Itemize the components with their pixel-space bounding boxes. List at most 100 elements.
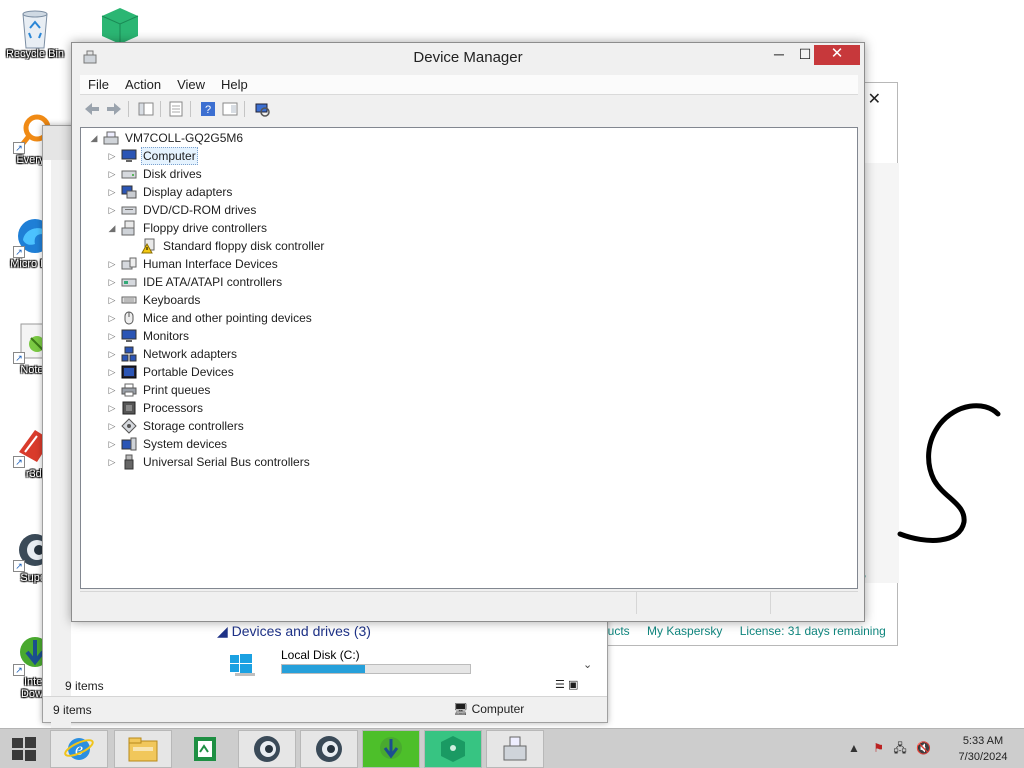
show-hide-action-pane-icon[interactable] (220, 99, 240, 119)
devices-and-drives-header[interactable]: ◢ Devices and drives (3) (217, 623, 371, 640)
expanded-arrow-icon[interactable]: ◢ (107, 223, 117, 234)
expanded-arrow-icon[interactable]: ◢ (89, 133, 99, 144)
desktop-icon-recycle-bin[interactable]: Recycle Bin (0, 6, 70, 60)
collapsed-arrow-icon[interactable]: ▷ (107, 385, 117, 396)
tree-category[interactable]: ▷ Display adapters (107, 183, 234, 201)
tree-category[interactable]: ▷ System devices (107, 435, 229, 453)
storage-controller-icon (121, 418, 137, 434)
tree-category[interactable]: ▷ IDE ATA/ATAPI controllers (107, 273, 284, 291)
taskbar-super-app-2[interactable] (300, 730, 358, 768)
taskbar-download-manager[interactable] (362, 730, 420, 768)
computer-icon: 🖥 (453, 702, 469, 716)
tree-category[interactable]: ▷ Network adapters (107, 345, 239, 363)
collapsed-arrow-icon[interactable]: ▷ (107, 421, 117, 432)
tree-device-item[interactable]: Standard floppy disk controller (127, 237, 326, 255)
tree-category[interactable]: ▷ Universal Serial Bus controllers (107, 453, 312, 471)
tree-category[interactable]: ▷ Print queues (107, 381, 212, 399)
link-my-kaspersky[interactable]: My Kaspersky (647, 624, 722, 638)
collapsed-arrow-icon[interactable]: ▷ (107, 169, 117, 180)
tree-category[interactable]: ▷ Human Interface Devices (107, 255, 280, 273)
windows-drive-icon (229, 654, 255, 676)
device-tree[interactable]: ◢ VM7COLL-GQ2G5M6 ▷ Computer ▷ Disk drives ▷… (80, 127, 858, 589)
taskbar-package-app[interactable] (424, 730, 482, 768)
desktop-icon-app[interactable] (88, 6, 148, 46)
forward-arrow-icon[interactable] (104, 99, 124, 119)
device-manager-icon (503, 736, 527, 761)
processor-icon (121, 400, 137, 416)
collapsed-arrow-icon[interactable]: ▷ (107, 349, 117, 360)
status-location-label: Computer (471, 702, 525, 716)
tree-category[interactable]: ▷ Portable Devices (107, 363, 236, 381)
tree-item-label: IDE ATA/ATAPI controllers (143, 275, 283, 289)
tree-category[interactable]: ▷ Mice and other pointing devices (107, 309, 314, 327)
collapsed-arrow-icon[interactable]: ▷ (107, 259, 117, 270)
action-center-flag-icon[interactable]: ⚑ (873, 741, 884, 755)
tree-item-label: Portable Devices (143, 365, 234, 379)
tree-category[interactable]: ◢ Floppy drive controllers (107, 219, 269, 237)
details-view-icon[interactable]: ☰ (555, 679, 565, 691)
view-buttons: ☰ ▣ (555, 678, 578, 691)
taskbar-task-manager[interactable] (176, 730, 234, 768)
tree-item-label: Human Interface Devices (143, 257, 278, 271)
tree-category[interactable]: ▷ Computer (107, 147, 198, 165)
taskbar-file-explorer[interactable] (114, 730, 172, 768)
collapsed-arrow-icon[interactable]: ▷ (107, 457, 117, 468)
collapsed-arrow-icon[interactable]: ▷ (107, 313, 117, 324)
disk-drive-icon (121, 166, 137, 182)
tree-root[interactable]: ◢ VM7COLL-GQ2G5M6 (89, 129, 245, 147)
collapse-chevron-icon: ◢ (217, 623, 232, 639)
scroll-down-icon[interactable]: ⌄ (583, 658, 592, 671)
status-bar (80, 591, 858, 614)
computer-root-icon (103, 130, 119, 146)
close-button[interactable]: ✕ (814, 45, 860, 65)
properties-icon[interactable] (166, 99, 186, 119)
menu-file[interactable]: File (80, 75, 117, 95)
tree-category[interactable]: ▷ DVD/CD-ROM drives (107, 201, 258, 219)
computer-name: VM7COLL-GQ2G5M6 (125, 131, 244, 145)
menu-help[interactable]: Help (213, 75, 256, 95)
show-hidden-icons-icon[interactable]: ▲ (848, 741, 860, 755)
drive-label[interactable]: Local Disk (C:) (281, 648, 360, 662)
tree-category[interactable]: ▷ Storage controllers (107, 417, 246, 435)
green-app-icon (194, 737, 216, 761)
tree-item-label: Standard floppy disk controller (163, 239, 325, 253)
network-icon[interactable]: 🖧 (893, 741, 906, 755)
tree-category[interactable]: ▷ Processors (107, 399, 205, 417)
collapsed-arrow-icon[interactable]: ▷ (107, 151, 117, 162)
scan-hardware-icon[interactable] (252, 99, 272, 119)
tree-category[interactable]: ▷ Monitors (107, 327, 191, 345)
taskbar-super-app[interactable] (238, 730, 296, 768)
package-icon (98, 6, 139, 46)
collapsed-arrow-icon[interactable]: ▷ (107, 331, 117, 342)
collapsed-arrow-icon[interactable]: ▷ (107, 439, 117, 450)
taskbar-device-manager[interactable] (486, 730, 544, 768)
ide-controller-icon (121, 274, 137, 290)
help-icon[interactable]: ? (198, 99, 218, 119)
tree-item-label: Computer (141, 147, 198, 165)
floppy-controller-warning-icon (141, 238, 157, 254)
tree-category[interactable]: ▷ Disk drives (107, 165, 204, 183)
start-button[interactable] (0, 730, 48, 768)
hid-icon (121, 256, 137, 272)
back-arrow-icon[interactable] (82, 99, 102, 119)
menu-view[interactable]: View (169, 75, 213, 95)
collapsed-arrow-icon[interactable]: ▷ (107, 277, 117, 288)
link-license[interactable]: License: 31 days remaining (740, 624, 886, 638)
collapsed-arrow-icon[interactable]: ▷ (107, 367, 117, 378)
folder-icon (128, 737, 158, 762)
tree-item-label: DVD/CD-ROM drives (143, 203, 257, 217)
console-tree-icon[interactable] (136, 99, 156, 119)
collapsed-arrow-icon[interactable]: ▷ (107, 205, 117, 216)
taskbar-internet-explorer[interactable]: e (50, 730, 108, 768)
collapsed-arrow-icon[interactable]: ▷ (107, 295, 117, 306)
close-icon[interactable]: ✕ (868, 89, 881, 109)
menu-action[interactable]: Action (117, 75, 169, 95)
tree-category[interactable]: ▷ Keyboards (107, 291, 202, 309)
collapsed-arrow-icon[interactable]: ▷ (107, 187, 117, 198)
clock[interactable]: 5:33 AM 7/30/2024 (948, 733, 1018, 765)
large-icons-view-icon[interactable]: ▣ (568, 679, 578, 691)
volume-muted-icon[interactable]: 🔇 (916, 741, 931, 755)
kaspersky-link-row: ducts My Kaspersky License: 31 days rema… (601, 624, 900, 638)
clock-time: 5:33 AM (962, 735, 1004, 747)
collapsed-arrow-icon[interactable]: ▷ (107, 403, 117, 414)
